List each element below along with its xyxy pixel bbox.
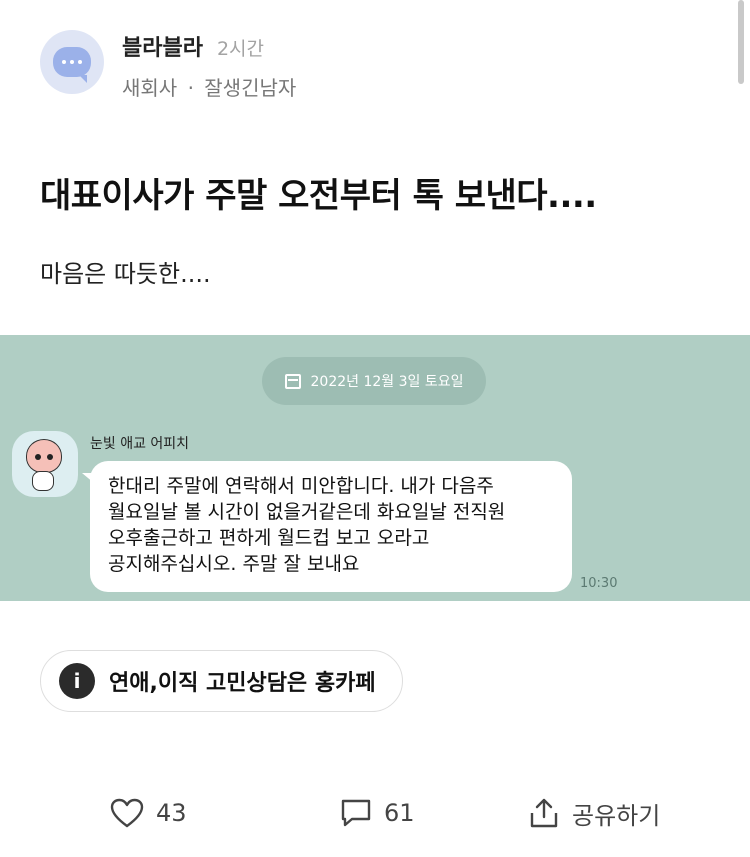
chat-screenshot: 2022년 12월 3일 토요일 눈빛 애교 어피치 한대리 주말에 연락해서 … [0,335,750,601]
author-name[interactable]: 블라블라 [122,30,203,62]
date-pill: 2022년 12월 3일 토요일 [262,357,486,405]
separator: · [187,76,194,100]
comment-count: 61 [384,799,415,827]
heart-icon [110,798,144,828]
post-title: 대표이사가 주말 오전부터 톡 보낸다.... [40,176,597,216]
author-nickname: 잘생긴남자 [204,76,297,100]
sender-profile-image [12,431,78,497]
comment-button[interactable]: 61 [340,792,415,834]
post-body: 마음은 따듯한.... [40,260,211,288]
apeach-character [26,439,62,473]
post-header: 블라블라 2시간 새회사 · 잘생긴남자 [40,30,296,101]
author-avatar[interactable] [40,30,104,94]
info-icon: i [59,663,95,699]
share-icon [530,798,558,828]
character-body [32,471,54,491]
like-count: 43 [156,799,187,827]
comment-icon [341,799,371,827]
author-meta: 블라블라 2시간 새회사 · 잘생긴남자 [122,30,296,101]
message-line: 공지해주십시오. 주말 잘 보내요 [108,553,360,575]
chat-bubble-icon [53,47,91,83]
company-name: 새회사 [122,76,178,100]
message-bubble: 한대리 주말에 연락해서 미안합니다. 내가 다음주 월요일날 볼 시간이 없을… [82,461,572,592]
scrollbar[interactable] [738,0,744,84]
date-label: 2022년 12월 3일 토요일 [310,374,464,390]
message-line: 한대리 주말에 연락해서 미안합니다. 내가 다음주 [108,475,494,497]
action-bar: 43 61 공유하기 [0,792,750,834]
like-button[interactable]: 43 [110,792,187,834]
sender-name: 눈빛 애교 어피치 [90,436,190,452]
message-line: 월요일날 볼 시간이 없을거같은데 화요일날 전직원 [108,501,506,523]
promo-banner[interactable]: i 연애,이직 고민상담은 홍카페 [40,650,403,712]
message-line: 오후출근하고 편하게 월드컵 보고 오라고 [108,527,430,549]
promo-text: 연애,이직 고민상담은 홍카페 [109,671,376,696]
post-time: 2시간 [216,38,265,60]
share-label: 공유하기 [572,801,661,830]
message-time: 10:30 [580,576,618,591]
calendar-icon [284,373,301,389]
share-button[interactable]: 공유하기 [528,792,660,834]
author-info: 새회사 · 잘생긴남자 [122,72,296,101]
